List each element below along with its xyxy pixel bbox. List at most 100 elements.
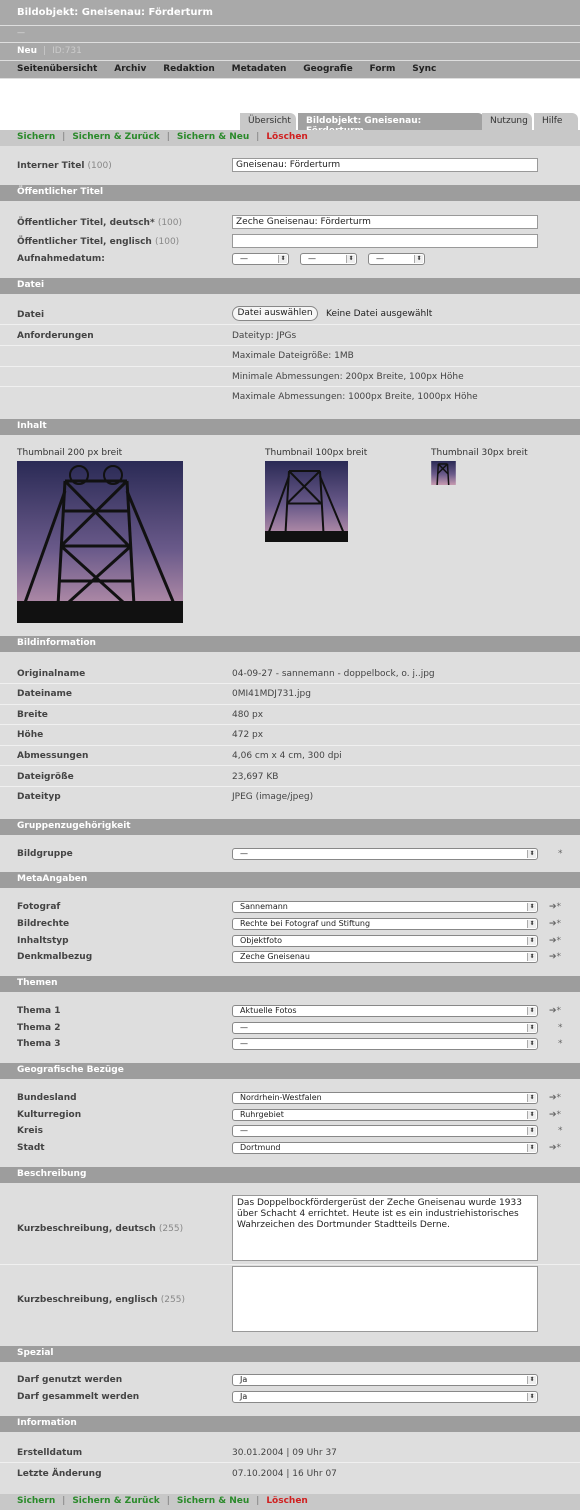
chevron-down-icon: ⬍ (527, 1393, 536, 1401)
tab-bildobjekt[interactable]: Bildobjekt: Gneisenau: Förderturm (298, 113, 484, 136)
section-file: Datei (0, 278, 580, 294)
nav-form[interactable]: Form (370, 64, 396, 74)
nav-sync[interactable]: Sync (412, 64, 436, 74)
save-back-button[interactable]: Sichern & Zurück (72, 1496, 159, 1506)
tab-uebersicht[interactable]: Übersicht (240, 113, 296, 130)
choose-file-button[interactable]: Datei auswählen (232, 306, 318, 321)
state-select[interactable]: Nordrhein-Westfalen ⬍ (232, 1092, 538, 1104)
nav-archiv[interactable]: Archiv (114, 64, 146, 74)
chevron-down-icon: ⬍ (527, 1094, 536, 1102)
action-bar-top: Sichern | Sichern & Zurück | Sichern & Neu | L… (0, 130, 580, 146)
apply-marker[interactable]: ➔* (549, 919, 561, 929)
group-select[interactable]: — ⬍ (232, 848, 538, 860)
theme1-select[interactable]: Aktuelle Fotos ⬍ (232, 1005, 538, 1017)
photographer-select[interactable]: Sannemann ⬍ (232, 901, 538, 913)
desc-de-textarea[interactable]: Das Doppelbockfördergerüst der Zeche Gne… (232, 1195, 538, 1261)
city-select[interactable]: Dortmund ⬍ (232, 1142, 538, 1154)
desc-en-textarea[interactable] (232, 1266, 538, 1332)
tab-hilfe[interactable]: Hilfe (534, 113, 578, 130)
chevron-down-icon: ⬍ (346, 255, 355, 263)
save-new-button[interactable]: Sichern & Neu (177, 1496, 249, 1506)
section-public-title: Öffentlicher Titel (0, 185, 580, 201)
delete-button[interactable]: Löschen (266, 132, 308, 142)
date-day-select[interactable]: — ⬍ (232, 253, 289, 265)
requirements-label: Anforderungen (17, 331, 94, 341)
info-created-value: 30.01.2004 | 09 Uhr 37 (232, 1448, 337, 1458)
chevron-down-icon: ⬍ (527, 1024, 536, 1032)
theme-label: Thema 3 (17, 1039, 61, 1049)
info-modified-value: 07.10.2004 | 16 Uhr 07 (232, 1469, 337, 1479)
info-created-label: Erstelldatum (17, 1448, 83, 1458)
save-back-button[interactable]: Sichern & Zurück (72, 132, 159, 142)
chevron-down-icon: ⬍ (527, 1111, 536, 1119)
date-year-select[interactable]: — ⬍ (368, 253, 425, 265)
nav-redaktion[interactable]: Redaktion (163, 64, 215, 74)
group-label: Bildgruppe (17, 849, 73, 859)
apply-marker[interactable]: ➔* (549, 952, 561, 962)
chevron-down-icon: ⬍ (414, 255, 423, 263)
chevron-down-icon: ⬍ (527, 1007, 536, 1015)
save-button[interactable]: Sichern (17, 1496, 55, 1506)
info-value: 472 px (232, 730, 264, 740)
geo-label: Stadt (17, 1143, 45, 1153)
special-label: Darf genutzt werden (17, 1375, 123, 1385)
new-link[interactable]: Neu (17, 46, 37, 56)
save-button[interactable]: Sichern (17, 132, 55, 142)
apply-marker[interactable]: ➔* (549, 902, 561, 912)
desc-de-label: Kurzbeschreibung, deutsch (255) (17, 1224, 184, 1234)
chevron-down-icon: ⬍ (527, 850, 536, 858)
info-value: 0MI41MDJ731.jpg (232, 689, 311, 699)
public-title-de-label: Öffentlicher Titel, deutsch* (100) (17, 218, 183, 228)
geo-label: Kulturregion (17, 1110, 82, 1120)
chevron-down-icon: ⬍ (527, 903, 536, 911)
info-label: Breite (17, 710, 48, 720)
nav-metadaten[interactable]: Metadaten (232, 64, 287, 74)
section-special: Spezial (0, 1346, 580, 1362)
section-content: Inhalt (0, 419, 580, 435)
meta-label: Bildrechte (17, 919, 70, 929)
geo-label: Kreis (17, 1126, 43, 1136)
apply-marker[interactable]: ➔* (549, 936, 561, 946)
public-title-en-input[interactable] (232, 234, 538, 248)
apply-marker[interactable]: ➔* (549, 1093, 561, 1103)
public-title-de-input[interactable]: Zeche Gneisenau: Förderturm (232, 215, 538, 229)
rights-select[interactable]: Rechte bei Fotograf und Stiftung ⬍ (232, 918, 538, 930)
may-collect-select[interactable]: Ja ⬍ (232, 1391, 538, 1403)
save-new-button[interactable]: Sichern & Neu (177, 132, 249, 142)
district-select[interactable]: — ⬍ (232, 1125, 538, 1137)
nav-seitenuebersicht[interactable]: Seitenübersicht (17, 64, 97, 74)
may-use-select[interactable]: Ja ⬍ (232, 1374, 538, 1386)
apply-marker[interactable]: ➔* (549, 1006, 561, 1016)
theme-label: Thema 2 (17, 1023, 61, 1033)
tab-nutzung[interactable]: Nutzung (482, 113, 532, 130)
geo-label: Bundesland (17, 1093, 77, 1103)
required-marker: * (558, 1023, 563, 1033)
info-value: 4,06 cm x 4 cm, 300 dpi (232, 751, 342, 761)
info-value: 04-09-27 - sannemann - doppelbock, o. j.… (232, 669, 435, 679)
internal-title-input[interactable]: Gneisenau: Förderturm (232, 158, 538, 172)
monument-select[interactable]: Zeche Gneisenau ⬍ (232, 951, 538, 963)
region-select[interactable]: Ruhrgebiet ⬍ (232, 1109, 538, 1121)
theme2-select[interactable]: — ⬍ (232, 1022, 538, 1034)
public-title-en-label: Öffentlicher Titel, englisch (100) (17, 237, 180, 247)
content-type-select[interactable]: Objektfoto ⬍ (232, 935, 538, 947)
req-maxsize: Maximale Dateigröße: 1MB (232, 351, 354, 361)
chevron-down-icon: ⬍ (527, 937, 536, 945)
required-marker: * (558, 1039, 563, 1049)
theme3-select[interactable]: — ⬍ (232, 1038, 538, 1050)
nav-geografie[interactable]: Geografie (303, 64, 352, 74)
delete-button[interactable]: Löschen (266, 1496, 308, 1506)
info-label: Dateigröße (17, 772, 74, 782)
info-value: JPEG (image/jpeg) (232, 792, 314, 802)
chevron-down-icon: ⬍ (278, 255, 287, 263)
apply-marker[interactable]: ➔* (549, 1143, 561, 1153)
req-mindim: Minimale Abmessungen: 200px Breite, 100p… (232, 372, 464, 382)
section-geo: Geografische Bezüge (0, 1063, 580, 1079)
thumb30-label: Thumbnail 30px breit (431, 448, 528, 458)
theme-label: Thema 1 (17, 1006, 61, 1016)
date-month-select[interactable]: — ⬍ (300, 253, 357, 265)
apply-marker[interactable]: ➔* (549, 1110, 561, 1120)
info-value: 23,697 KB (232, 772, 279, 782)
page-subtitle: — (0, 26, 580, 42)
desc-en-label: Kurzbeschreibung, englisch (255) (17, 1295, 185, 1305)
